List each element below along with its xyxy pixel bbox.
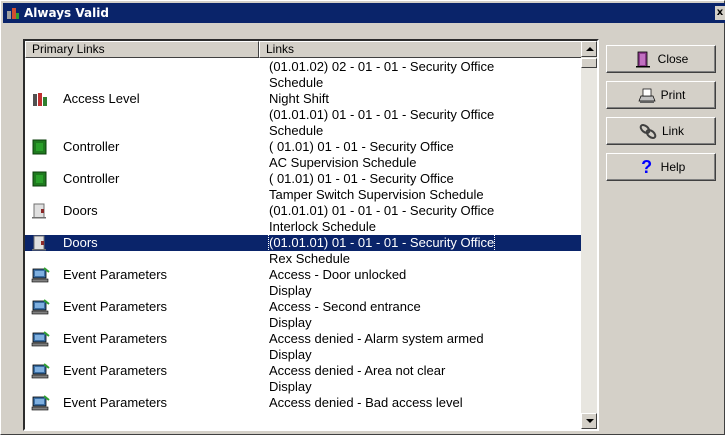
event-parameters-icon (31, 299, 51, 315)
list-line[interactable]: Interlock Schedule (25, 219, 583, 235)
close-window-icon[interactable]: x (715, 6, 725, 20)
door-exit-icon (634, 50, 654, 68)
event-parameters-icon (31, 331, 51, 347)
print-button[interactable]: Print (606, 81, 716, 109)
help-button[interactable]: ? Help (606, 153, 716, 181)
list-line[interactable]: Schedule (25, 75, 583, 91)
link-label: Rex Schedule (269, 251, 350, 266)
window-title: Always Valid (24, 6, 109, 20)
link-label: Access - Door unlocked (269, 267, 407, 282)
link-label: Access - Second entrance (269, 299, 421, 314)
link-label: Access denied - Area not clear (269, 363, 446, 378)
vertical-scrollbar[interactable] (581, 41, 597, 429)
link-label: Display (269, 347, 312, 362)
event-parameters-icon (31, 395, 51, 411)
primary-link-label: Event Parameters (63, 363, 168, 378)
link-label: Access denied - Alarm system armed (269, 331, 484, 346)
list-line[interactable]: Event Parameters Access denied - Area not… (25, 363, 583, 379)
list-line[interactable]: Doors (01.01.01) 01 - 01 - 01 - Security … (25, 234, 583, 252)
list-line[interactable]: Event Parameters Access denied - Alarm sy… (25, 331, 583, 347)
list-line[interactable]: (01.01.01) 01 - 01 - 01 - Security Offic… (25, 107, 583, 123)
list-line[interactable]: Display (25, 283, 583, 299)
link-label: ( 01.01) 01 - 01 - Security Office (269, 171, 454, 186)
list-line[interactable]: Doors (01.01.01) 01 - 01 - 01 - Security … (25, 203, 583, 219)
list-line[interactable]: Rex Schedule (25, 251, 583, 267)
door-icon (31, 235, 51, 251)
scroll-thumb[interactable] (581, 58, 597, 68)
link-label: (01.01.01) 01 - 01 - 01 - Security Offic… (269, 203, 495, 218)
app-icon (5, 5, 21, 21)
print-button-label: Print (660, 88, 686, 102)
arrow-up-icon (586, 47, 594, 51)
list-line[interactable]: Tamper Switch Supervision Schedule (25, 187, 583, 203)
link-label: Night Shift (269, 91, 329, 106)
controller-icon (31, 171, 51, 187)
link-label: ( 01.01) 01 - 01 - Security Office (269, 139, 454, 154)
link-label: (01.01.01) 01 - 01 - 01 - Security Offic… (267, 234, 496, 252)
link-button[interactable]: Link (606, 117, 716, 145)
link-label: Access denied - Bad access level (269, 395, 463, 410)
column-header-links[interactable]: Links (259, 41, 583, 58)
link-label: Schedule (269, 123, 324, 138)
primary-link-label: Controller (63, 171, 120, 186)
links-list[interactable]: Primary Links Links (01.01.02) 02 - 01 -… (23, 39, 599, 431)
link-label: AC Supervision Schedule (269, 155, 417, 170)
primary-link-label: Event Parameters (63, 299, 168, 314)
access-level-icon (31, 91, 51, 107)
primary-link-label: Access Level (63, 91, 140, 106)
close-button[interactable]: Close (606, 45, 716, 73)
list-line[interactable]: (01.01.02) 02 - 01 - 01 - Security Offic… (25, 59, 583, 75)
list-line[interactable]: Event Parameters Access denied - Bad acce… (25, 395, 583, 411)
event-parameters-icon (31, 363, 51, 379)
link-button-label: Link (661, 124, 684, 138)
list-line[interactable]: Event Parameters Access - Door unlocked (25, 267, 583, 283)
primary-link-label: Event Parameters (63, 395, 168, 410)
event-parameters-icon (31, 267, 51, 283)
list-line[interactable]: AC Supervision Schedule (25, 155, 583, 171)
list-line[interactable]: Display (25, 347, 583, 363)
list-line[interactable]: Display (25, 315, 583, 331)
column-header-primary-links[interactable]: Primary Links (25, 41, 259, 58)
link-label: Schedule (269, 75, 324, 90)
link-label: Display (269, 315, 312, 330)
question-mark-icon: ? (641, 157, 653, 177)
link-label: (01.01.01) 01 - 01 - 01 - Security Offic… (269, 107, 495, 122)
list-line[interactable]: Event Parameters Access - Second entrance (25, 299, 583, 315)
link-label: Tamper Switch Supervision Schedule (269, 187, 484, 202)
list-line[interactable]: Schedule (25, 123, 583, 139)
arrow-down-icon (586, 419, 594, 423)
scroll-up-button[interactable] (581, 41, 597, 57)
list-line[interactable]: Controller ( 01.01) 01 - 01 - Security Of… (25, 171, 583, 187)
title-bar[interactable]: Always Valid x (3, 3, 725, 23)
list-line[interactable]: Access Level Night Shift (25, 91, 583, 107)
list-line[interactable]: Display (25, 379, 583, 395)
controller-icon (31, 139, 51, 155)
link-label: Display (269, 379, 312, 394)
printer-icon (637, 86, 657, 104)
primary-link-label: Event Parameters (63, 267, 168, 282)
scroll-down-button[interactable] (581, 413, 597, 429)
link-label: (01.01.02) 02 - 01 - 01 - Security Offic… (269, 59, 495, 74)
primary-link-label: Event Parameters (63, 331, 168, 346)
door-icon (31, 203, 51, 219)
link-label: Interlock Schedule (269, 219, 376, 234)
close-button-label: Close (657, 52, 689, 66)
chain-link-icon (638, 122, 658, 140)
primary-link-label: Controller (63, 139, 120, 154)
link-label: Display (269, 283, 312, 298)
list-line[interactable]: Controller ( 01.01) 01 - 01 - Security Of… (25, 139, 583, 155)
list-header: Primary Links Links (25, 41, 583, 58)
primary-link-label: Doors (63, 203, 98, 218)
always-valid-window: Always Valid x Primary Links Links (01.0… (0, 0, 725, 435)
primary-link-label: Doors (63, 235, 98, 250)
help-button-label: Help (660, 160, 686, 174)
